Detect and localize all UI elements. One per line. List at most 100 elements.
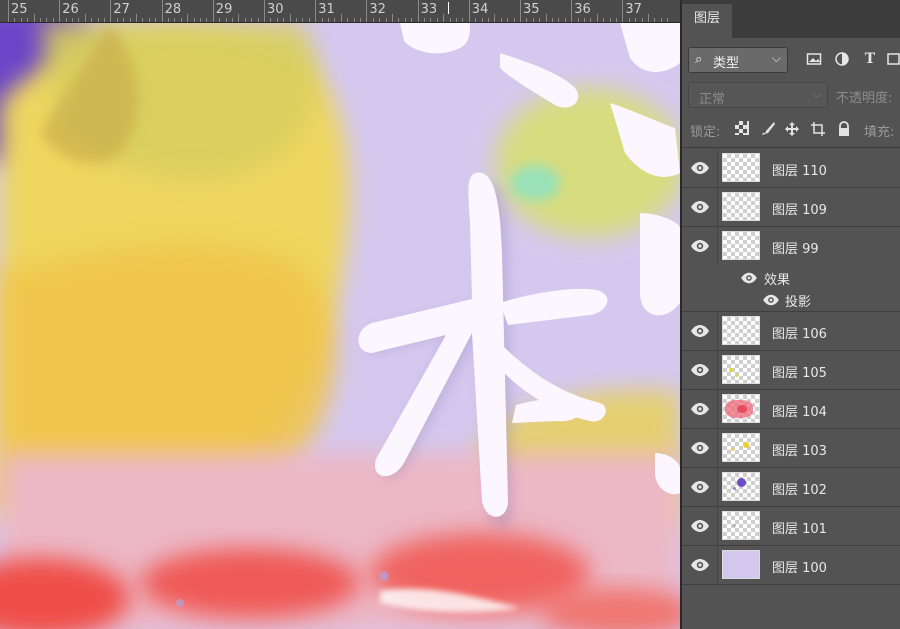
ruler-minor-tick [488,18,489,22]
ruler-minor-tick [116,18,118,22]
layer-name[interactable]: 图层 105 [772,362,827,381]
layer-name[interactable]: 图层 109 [772,199,827,218]
pixel-layer-filter-icon[interactable] [806,51,822,67]
layer-thumbnail[interactable] [722,316,760,345]
layer-name[interactable]: 图层 110 [772,160,827,179]
layer-row[interactable]: 图层 104 [682,390,900,429]
shape-layer-filter-icon[interactable] [886,51,900,67]
ruler-minor-tick [296,18,297,22]
lock-all-icon[interactable] [836,121,852,137]
layer-thumbnail[interactable] [722,231,760,260]
ruler-major-tick [161,0,163,22]
lock-image-pixels-icon[interactable] [760,121,776,137]
blend-mode-select[interactable]: 正常 ⌵ [688,82,828,108]
layer-thumbnail[interactable] [722,472,760,501]
layer-row[interactable]: 图层 99 [682,227,900,266]
layer-name[interactable]: 图层 100 [772,557,827,576]
ruler-number: 29 [215,2,233,17]
visibility-eye-icon[interactable] [690,518,710,534]
filter-kind-label: 类型 [713,56,740,71]
lock-row: 锁定: 填充: [682,116,900,144]
visibility-eye-icon[interactable] [690,160,710,176]
ruler-number: 25 [11,2,28,17]
layer-thumbnail[interactable] [722,394,760,423]
ruler-minor-tick [91,18,93,22]
ruler-number: 34 [471,2,489,17]
tab-layers[interactable]: 图层 [682,4,732,38]
layer-thumbnail[interactable] [722,433,760,462]
layer-row-separator [717,227,718,266]
ruler-minor-tick [97,18,99,22]
layer-effects-row[interactable]: 效果 [682,266,900,288]
visibility-eye-icon[interactable] [690,401,710,417]
effect-item-row[interactable]: 投影 [682,288,900,312]
layer-row[interactable]: 图层 101 [682,507,900,546]
ruler-minor-tick [404,18,406,22]
ruler-minor-tick [251,18,253,22]
layer-thumbnail[interactable] [722,192,760,221]
ruler-number: 35 [523,2,540,17]
visibility-eye-icon[interactable] [690,323,710,339]
ruler-minor-tick [206,18,208,22]
layer-row[interactable]: 图层 103 [682,429,900,468]
horizontal-ruler[interactable]: 25 26 27 28 29 30 31 32 33 34 35 36 37 [0,0,680,23]
ruler-minor-tick [660,18,662,22]
layer-name[interactable]: 图层 101 [772,518,827,537]
ruler-minor-tick [187,14,189,22]
layer-thumbnail[interactable] [722,550,760,579]
layer-name[interactable]: 图层 102 [772,479,827,498]
layer-name[interactable]: 图层 106 [772,323,827,342]
layer-row[interactable]: 图层 100 [682,546,900,585]
layer-name[interactable]: 图层 99 [772,238,819,257]
layer-row[interactable]: 图层 106 [682,312,900,351]
layer-row-separator [717,351,718,389]
layer-thumbnail[interactable] [722,355,760,384]
ruler-minor-tick [334,18,336,22]
lock-position-icon[interactable] [784,121,800,137]
visibility-eye-icon[interactable] [690,362,710,378]
ruler-minor-tick [78,18,80,22]
ruler-minor-tick [609,18,611,22]
visibility-eye-icon[interactable] [690,479,710,495]
visibility-eye-icon[interactable] [690,440,710,456]
adjustment-layer-filter-icon[interactable] [834,51,850,67]
visibility-eye-icon[interactable] [690,557,710,573]
ruler-minor-tick [596,14,598,22]
effects-visibility-eye-icon[interactable] [740,270,758,284]
ruler-minor-tick [136,14,137,22]
lock-label: 锁定: [690,125,721,140]
panel-divider [682,147,900,148]
lock-artboard-icon[interactable] [810,121,826,137]
visibility-eye-icon[interactable] [690,199,710,215]
type-layer-filter-icon[interactable]: T [862,51,878,67]
ruler-minor-tick [84,14,86,22]
lock-transparent-pixels-icon[interactable] [734,121,750,137]
ruler-minor-tick [456,18,457,22]
layer-thumbnail[interactable] [722,511,760,540]
ruler-minor-tick [532,18,534,22]
ruler-minor-tick [494,14,496,22]
layer-thumbnail[interactable] [722,153,760,182]
ruler-number: 30 [267,2,284,17]
ruler-cursor-marker [448,2,449,14]
ruler-minor-tick [238,14,240,22]
ruler-minor-tick [142,18,144,22]
layer-row[interactable]: 图层 102 [682,468,900,507]
ruler-minor-tick [577,18,579,22]
ruler-major-tick [8,0,9,22]
ruler-minor-tick [40,18,41,22]
visibility-eye-icon[interactable] [690,238,710,254]
ruler-minor-tick [436,18,438,22]
effect-item-label: 投影 [785,295,812,310]
fill-label: 填充: [864,125,895,140]
effect-visibility-eye-icon[interactable] [762,292,780,306]
filter-kind-select[interactable]: ⌕ 类型 ⌵ [688,47,788,73]
layer-name[interactable]: 图层 104 [772,401,827,420]
layer-row[interactable]: 图层 109 [682,188,900,227]
layer-row[interactable]: 图层 105 [682,351,900,390]
ruler-major-tick [520,0,521,22]
layer-row[interactable]: 图层 110 [682,149,900,188]
ruler-minor-tick [340,14,342,22]
document-canvas[interactable] [0,23,680,629]
layer-name[interactable]: 图层 103 [772,440,827,459]
